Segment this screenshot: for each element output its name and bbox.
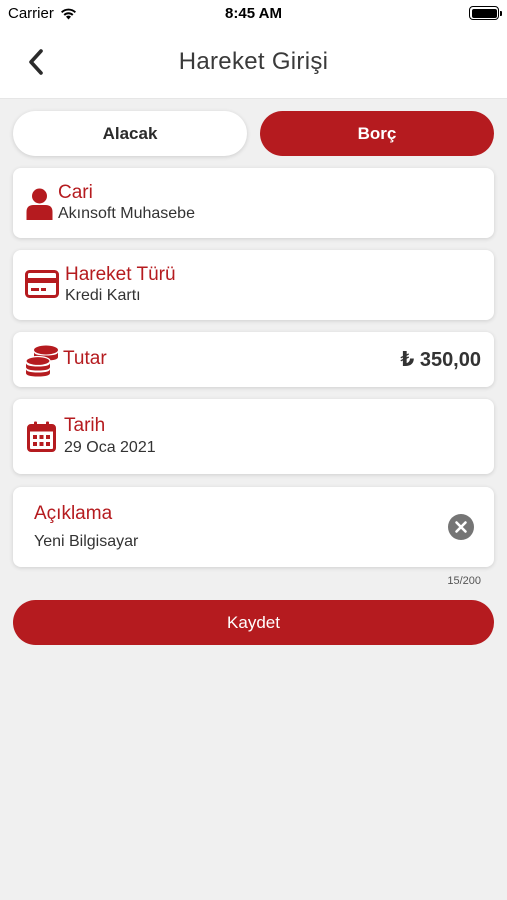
segment-borc[interactable]: Borç bbox=[260, 111, 494, 156]
hareket-turu-card[interactable]: Hareket Türü Kredi Kartı bbox=[13, 250, 494, 320]
battery-icon bbox=[469, 6, 502, 20]
tutar-value: ₺ 350,00 bbox=[400, 349, 481, 371]
aciklama-label: Açıklama bbox=[34, 503, 113, 524]
page-title: Hareket Girişi bbox=[178, 48, 329, 75]
tarih-label: Tarih bbox=[64, 415, 106, 436]
tarih-value: 29 Oca 2021 bbox=[64, 439, 156, 456]
status-bar: Carrier 8:45 AM bbox=[0, 0, 507, 28]
navigation-bar: Hareket Girişi bbox=[0, 28, 507, 99]
save-button[interactable]: Kaydet bbox=[13, 600, 494, 645]
user-icon bbox=[25, 186, 53, 220]
hareket-turu-label: Hareket Türü bbox=[65, 264, 176, 285]
tutar-card[interactable]: Tutar ₺ 350,00 bbox=[13, 332, 494, 387]
cari-value: Akınsoft Muhasebe bbox=[58, 205, 195, 222]
segment-alacak[interactable]: Alacak bbox=[13, 111, 247, 156]
tutar-label: Tutar bbox=[63, 348, 107, 369]
clear-icon[interactable] bbox=[448, 514, 474, 540]
aciklama-card[interactable]: Açıklama Yeni Bilgisayar bbox=[13, 487, 494, 567]
aciklama-value[interactable]: Yeni Bilgisayar bbox=[34, 533, 138, 551]
coins-icon bbox=[24, 343, 60, 377]
hareket-turu-value: Kredi Kartı bbox=[65, 287, 141, 304]
status-time: 8:45 AM bbox=[225, 5, 282, 22]
calendar-icon bbox=[26, 420, 56, 452]
credit-card-icon bbox=[24, 269, 60, 299]
cari-card[interactable]: Cari Akınsoft Muhasebe bbox=[13, 168, 494, 238]
tarih-card[interactable]: Tarih 29 Oca 2021 bbox=[13, 399, 494, 474]
cari-label: Cari bbox=[58, 182, 93, 203]
character-counter: 15/200 bbox=[447, 575, 481, 587]
